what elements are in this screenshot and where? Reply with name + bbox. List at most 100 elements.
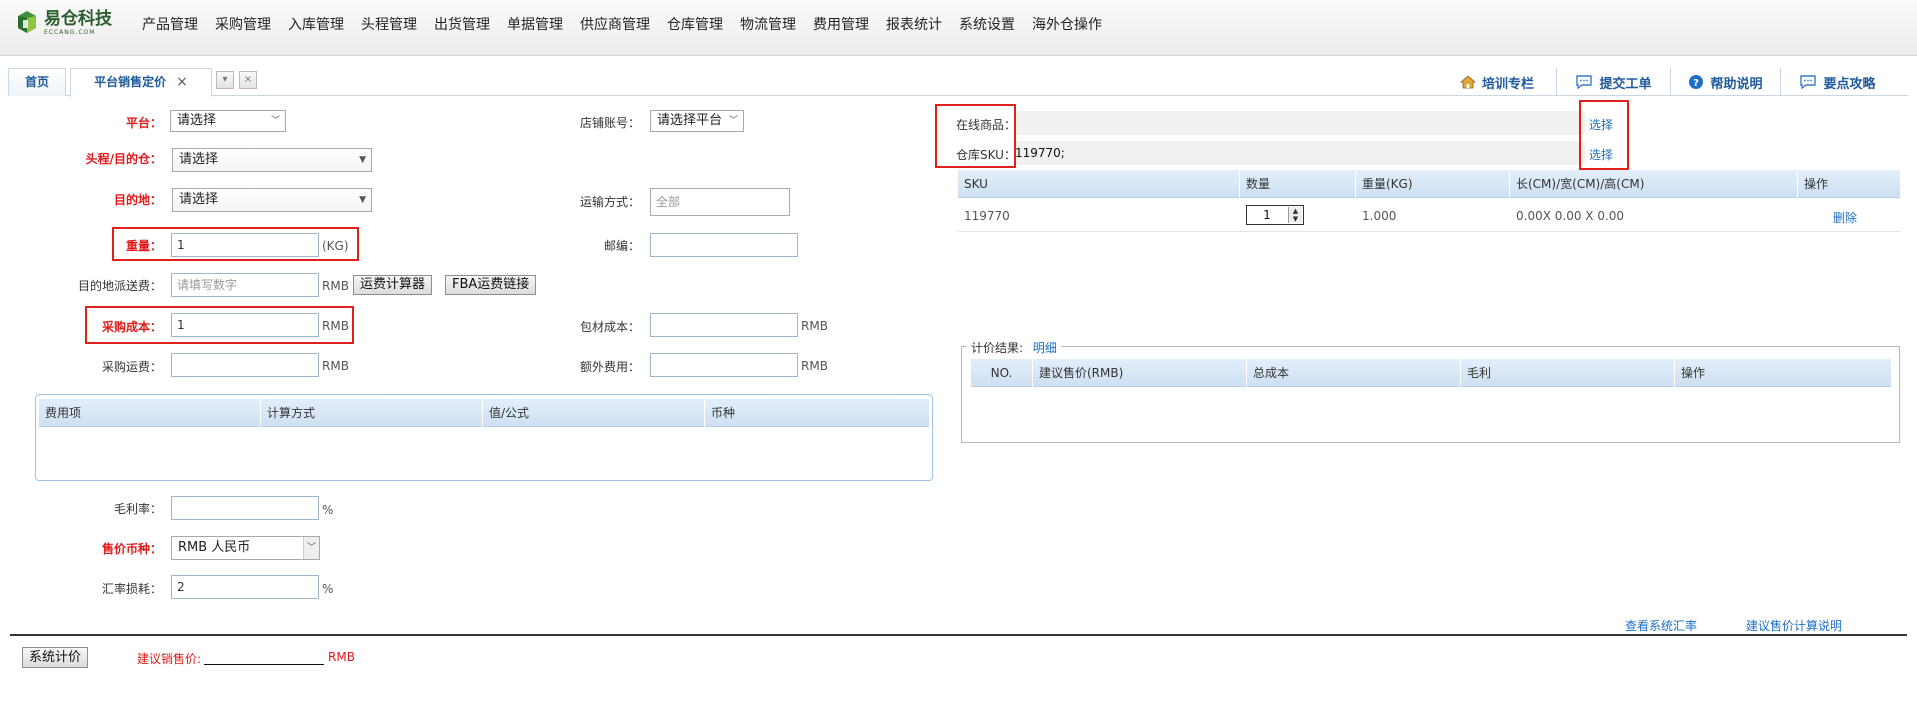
- shipping-method-input[interactable]: [650, 188, 790, 216]
- column-header: 操作: [1804, 177, 1829, 191]
- sale-currency-select[interactable]: RMB 人民币 ﹀: [171, 536, 320, 560]
- purchase-freight-label: 采购运费：: [101, 360, 162, 374]
- sale-currency-select-value: RMB 人民币: [178, 540, 251, 555]
- tips-link[interactable]: 要点攻略: [1780, 68, 1894, 96]
- packing-cost-unit: RMB: [801, 319, 828, 333]
- margin-rate-label: 毛利率：: [113, 502, 162, 516]
- purchase-cost-input[interactable]: [171, 313, 319, 337]
- chevron-down-icon: ﹀: [270, 116, 280, 126]
- menu-item-products[interactable]: 产品管理: [142, 14, 198, 34]
- menu-item-outbound[interactable]: 出货管理: [434, 14, 490, 34]
- select-warehouse-sku-link[interactable]: 选择: [1589, 146, 1613, 163]
- submit-ticket-link[interactable]: 提交工单: [1556, 68, 1670, 96]
- column-header: 操作: [1681, 366, 1706, 380]
- chat-icon: [1799, 74, 1817, 90]
- system-pricing-button[interactable]: 系统计价: [22, 647, 89, 668]
- column-header: 值/公式: [483, 399, 705, 427]
- store-account-select[interactable]: 请选择平台 ﹀: [650, 110, 744, 132]
- training-link[interactable]: 培训专栏: [1438, 68, 1556, 96]
- margin-rate-input[interactable]: [171, 496, 319, 520]
- menu-item-documents[interactable]: 单据管理: [507, 14, 563, 34]
- packing-cost-input[interactable]: [650, 313, 798, 337]
- column-header: 计算方式: [261, 399, 483, 427]
- logo-subtext: ECCANG.COM: [44, 28, 96, 36]
- menu-item-warehouse[interactable]: 仓库管理: [667, 14, 723, 34]
- purchase-freight-unit: RMB: [322, 359, 349, 373]
- dest-warehouse-select-value: 请选择: [179, 152, 219, 167]
- column-header: 长(CM)/宽(CM)/高(CM): [1510, 170, 1798, 198]
- fx-loss-input[interactable]: [171, 575, 319, 599]
- spinner-arrows-icon[interactable]: ▲ ▼: [1288, 207, 1302, 223]
- suggested-price-label: 建议销售价:: [137, 652, 202, 666]
- suggested-price-unit: RMB: [328, 650, 355, 664]
- result-table-header: NO. 建议售价(RMB) 总成本 毛利 操作: [971, 359, 1891, 387]
- shipping-method-label: 运输方式：: [579, 195, 640, 209]
- quantity-stepper[interactable]: 1 ▲ ▼: [1246, 205, 1304, 225]
- extra-fee-input[interactable]: [650, 353, 798, 377]
- dest-warehouse-label: 头程/目的仓：: [85, 152, 162, 166]
- platform-select[interactable]: 请选择 ﹀: [170, 110, 286, 132]
- menu-item-purchasing[interactable]: 采购管理: [215, 14, 271, 34]
- divider: [10, 634, 1907, 636]
- menu-item-suppliers[interactable]: 供应商管理: [580, 14, 650, 34]
- menu-item-settings[interactable]: 系统设置: [959, 14, 1015, 34]
- postcode-input[interactable]: [650, 233, 798, 257]
- fee-items-table: 费用项 计算方式 值/公式 币种: [35, 394, 933, 481]
- tab-list-dropdown-icon[interactable]: ▾: [216, 71, 234, 89]
- delivery-fee-input[interactable]: [171, 273, 319, 297]
- dest-warehouse-select[interactable]: 请选择 ▼: [172, 148, 372, 172]
- home-icon: [1459, 75, 1476, 89]
- tab-home-label: 首页: [24, 75, 49, 89]
- sku-table-header: SKU 数量 重量(KG) 长(CM)/宽(CM)/高(CM) 操作: [958, 170, 1900, 198]
- postcode-label: 邮编：: [603, 239, 640, 253]
- fx-loss-label: 汇率损耗：: [101, 582, 162, 596]
- online-product-label: 在线商品：: [956, 118, 1017, 132]
- margin-rate-unit: %: [322, 503, 334, 517]
- close-icon[interactable]: ×: [176, 74, 188, 90]
- delete-row-link[interactable]: 删除: [1833, 209, 1857, 226]
- weight-input[interactable]: [171, 233, 319, 257]
- dimensions-cell: 0.00X 0.00 X 0.00: [1516, 209, 1625, 223]
- destination-select[interactable]: 请选择 ▼: [172, 188, 372, 212]
- tab-platform-pricing[interactable]: 平台销售定价 ×: [70, 68, 212, 97]
- column-header: 建议售价(RMB): [1033, 359, 1247, 387]
- fba-freight-link-button[interactable]: FBA运费链接: [445, 275, 537, 295]
- sale-currency-label: 售价币种：: [101, 542, 162, 556]
- menu-item-logistics[interactable]: 物流管理: [740, 14, 796, 34]
- menu-item-overseas[interactable]: 海外仓操作: [1032, 14, 1102, 34]
- purchase-freight-input[interactable]: [171, 353, 319, 377]
- result-detail-link[interactable]: 明细: [1033, 341, 1057, 355]
- menu-item-reports[interactable]: 报表统计: [886, 14, 942, 34]
- select-online-product-link[interactable]: 选择: [1589, 116, 1613, 133]
- destination-select-value: 请选择: [179, 192, 219, 207]
- price-calculation-explanation-link[interactable]: 建议售价计算说明: [1746, 617, 1842, 634]
- platform-label: 平台：: [125, 116, 162, 130]
- weight-unit: (KG): [322, 239, 349, 253]
- view-exchange-rates-link[interactable]: 查看系统汇率: [1625, 617, 1697, 634]
- platform-select-value: 请选择: [177, 113, 217, 128]
- menu-item-first-leg[interactable]: 头程管理: [361, 14, 417, 34]
- tab-bar: 首页 平台销售定价 × ▾ × 培训专栏 提交工单 ? 帮助说明 要点攻略: [8, 68, 1908, 97]
- delivery-fee-unit: RMB: [322, 279, 349, 293]
- column-header: 总成本: [1247, 359, 1461, 387]
- store-account-select-value: 请选择平台: [657, 113, 723, 128]
- help-link[interactable]: ? 帮助说明: [1670, 68, 1780, 96]
- column-header: 毛利: [1461, 359, 1675, 387]
- column-header: 重量(KG): [1356, 170, 1510, 198]
- pricing-result-label: 计价结果:: [971, 341, 1024, 355]
- purchase-cost-unit: RMB: [322, 319, 349, 333]
- table-row: 119770 1 ▲ ▼ 1.000 0.00X 0.00 X 0.00 删除: [958, 198, 1900, 232]
- column-header: 币种: [711, 406, 736, 420]
- close-all-tabs-icon[interactable]: ×: [239, 71, 257, 89]
- logo[interactable]: 易仓科技 ECCANG.COM: [14, 10, 112, 36]
- purchase-cost-label: 采购成本：: [101, 320, 162, 334]
- menu-item-fees[interactable]: 费用管理: [813, 14, 869, 34]
- menu-item-inbound[interactable]: 入库管理: [288, 14, 344, 34]
- freight-calculator-button[interactable]: 运费计算器: [353, 275, 433, 295]
- suggested-price-value: [204, 650, 324, 665]
- extra-fee-unit: RMB: [801, 359, 828, 373]
- tab-home[interactable]: 首页: [8, 68, 66, 96]
- warehouse-sku-field: 119770;: [1015, 141, 1585, 165]
- extra-fee-label: 额外费用：: [579, 360, 640, 374]
- delivery-fee-label: 目的地派送费：: [77, 279, 162, 293]
